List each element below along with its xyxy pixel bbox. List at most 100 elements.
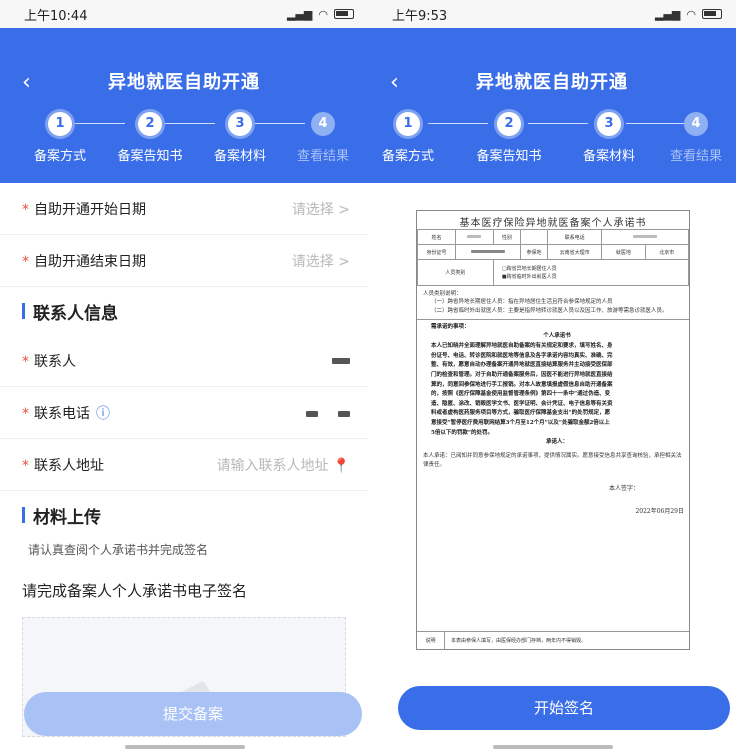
home-indicator	[493, 745, 613, 749]
pledge-text: 本人已知晓并全面理解异地就医自助备案的有关规定和要求，填写姓名、身份证号、电话、…	[431, 343, 613, 436]
page-title: 异地就医自助开通	[476, 72, 628, 93]
back-icon[interactable]: ‹	[390, 68, 399, 98]
step-number: 1	[396, 112, 420, 136]
step-label: 备案方式	[33, 149, 86, 164]
step-number: 2	[497, 112, 521, 136]
doc-sign-label: 本人签字：	[608, 485, 639, 493]
page-header: ‹ 异地就医自助开通 1 备案方式 2 备案告知书 3 备案材料 4 查看结果	[368, 28, 736, 183]
materials-tip: 请认真查阅个人承诺书并完成签名	[28, 543, 209, 557]
doc-cell: 身份证号	[417, 244, 456, 260]
info-icon[interactable]: ⓘ	[96, 406, 110, 422]
end-date-row[interactable]: * 自助开通结束日期 请选择 >	[0, 235, 368, 287]
right-screen: 上午9:53 ▂▄▆ ◠ ‹ 异地就医自助开通 1 备案方式 2 备案告知书 3…	[368, 0, 736, 755]
wifi-icon: ◠	[318, 7, 328, 21]
contact-address-input[interactable]: 请输入联系人地址	[217, 458, 329, 474]
doc-notes: 人员类别说明： （一）跨省异地长期居住人员：指在异地居住生活且符合参保地规定的人…	[417, 286, 689, 320]
location-pin-icon[interactable]: 📍	[333, 458, 350, 474]
status-time: 上午9:53	[392, 8, 448, 24]
start-date-select[interactable]: 请选择 >	[292, 199, 350, 219]
required-mark: *	[22, 253, 29, 270]
signal-icon: ▂▄▆	[287, 7, 313, 21]
note-line: （二）跨省临时外出就医人员：主要是指异地转诊就医人员以及因工作、旅游等需急诊就医…	[431, 307, 668, 314]
step-number: 4	[311, 112, 335, 136]
step-2: 2 备案告知书	[105, 112, 195, 164]
doc-cell	[601, 229, 689, 245]
type-option: ■跨省临时外出就医人员	[501, 273, 557, 280]
form-content: * 自助开通开始日期 请选择 > * 自助开通结束日期 请选择 > 联系人信息 * 联…	[0, 183, 368, 755]
step-label: 备案告知书	[476, 149, 542, 164]
contact-address-label-wrap: * 联系人地址	[22, 455, 104, 475]
step-4: 4 查看结果	[651, 112, 736, 164]
status-bar: 上午9:53 ▂▄▆ ◠	[368, 0, 736, 28]
step-4: 4 查看结果	[278, 112, 368, 164]
section-bar	[22, 507, 25, 523]
doc-info-table: 姓名 性别 联系电话 身份证号 参保地 云南省大理市 就医地 北京市 人员类别	[417, 229, 690, 286]
contact-address-row[interactable]: * 联系人地址 请输入联系人地址 📍	[0, 439, 368, 491]
doc-footer-label: 说明	[417, 632, 445, 649]
doc-cell: 联系电话	[547, 229, 603, 245]
step-label: 备案方式	[381, 149, 434, 164]
contact-name-value[interactable]	[332, 357, 350, 364]
signature-title: 请完成备案人个人承诺书电子签名	[22, 582, 248, 600]
doc-cell: 云南省大理市	[547, 244, 603, 260]
contact-phone-value[interactable]	[306, 405, 350, 421]
home-indicator	[125, 745, 245, 749]
end-date-label-wrap: * 自助开通结束日期	[22, 251, 146, 271]
masked-text	[306, 410, 318, 417]
contact-section-title: 联系人信息	[33, 303, 118, 324]
doc-pledge-body: 需承诺的事项： 个人承诺书 本人已知晓并全面理解异地就医自助备案的有关规定和要求…	[417, 320, 689, 450]
start-date-label: 自助开通开始日期	[34, 201, 146, 218]
step-number: 3	[597, 112, 621, 136]
doc-cell: 北京市	[644, 244, 690, 260]
submit-button[interactable]: 提交备案	[24, 692, 362, 736]
nav-bar: ‹ 异地就医自助开通	[0, 68, 368, 98]
contact-name-label: 联系人	[34, 353, 76, 370]
page-header: ‹ 异地就医自助开通 1 备案方式 2 备案告知书 3 备案材料 4 查看结果	[0, 28, 368, 183]
step-number: 3	[228, 112, 252, 136]
status-icons: ▂▄▆ ◠	[655, 8, 722, 21]
contact-phone-row[interactable]: * 联系电话 ⓘ	[0, 387, 368, 439]
required-mark: *	[22, 457, 29, 474]
masked-text	[338, 410, 350, 417]
doc-cell	[454, 229, 494, 245]
section-bar	[22, 303, 25, 319]
contact-name-row[interactable]: * 联系人	[0, 335, 368, 387]
notes-title: 人员类别说明：	[423, 291, 462, 297]
step-1: 1 备案方式	[368, 112, 453, 164]
nav-bar: ‹ 异地就医自助开通	[368, 68, 736, 98]
contact-phone-label-wrap: * 联系电话 ⓘ	[22, 403, 110, 423]
masked-text	[470, 250, 505, 253]
doc-cell: □跨省异地长期居住人员 ■跨省临时外出就医人员	[492, 259, 690, 286]
start-date-row[interactable]: * 自助开通开始日期 请选择 >	[0, 183, 368, 235]
start-sign-button[interactable]: 开始签名	[398, 686, 730, 730]
battery-icon	[702, 9, 722, 19]
doc-title: 基本医疗保险异地就医备案个人承诺书	[459, 218, 647, 229]
battery-icon	[334, 9, 354, 19]
doc-cell: 参保地	[519, 244, 549, 260]
doc-cell: 就医地	[601, 244, 646, 260]
status-icons: ▂▄▆ ◠	[287, 8, 354, 21]
doc-date: 2022年06月29日	[635, 508, 684, 516]
status-bar: 上午10:44 ▂▄▆ ◠	[0, 0, 368, 28]
doc-cell: 人员类别	[417, 259, 494, 286]
contact-address-input-wrap: 请输入联系人地址 📍	[217, 455, 350, 475]
masked-text	[467, 235, 482, 238]
pledge-subheading: 个人承诺书	[543, 333, 571, 340]
doc-final-pledge: 本人承诺：已阅知并同意参保地规定的承诺事项，提供情况属实。愿意接受信息共享查询核…	[423, 452, 682, 468]
step-number: 2	[138, 112, 162, 136]
stepper: 1 备案方式 2 备案告知书 3 备案材料 4 查看结果	[368, 112, 736, 172]
stepper: 1 备案方式 2 备案告知书 3 备案材料 4 查看结果	[0, 112, 368, 172]
doc-footer-text: 本表由参保人填写，由医保经办部门存档，两年内不得销毁。	[451, 638, 587, 644]
back-icon[interactable]: ‹	[22, 68, 31, 98]
step-number: 1	[48, 112, 72, 136]
left-screen: 上午10:44 ▂▄▆ ◠ ‹ 异地就医自助开通 1 备案方式 2 备案告知书 …	[0, 0, 368, 755]
doc-footer: 说明 本表由参保人填写，由医保经办部门存档，两年内不得销毁。	[417, 631, 689, 649]
step-label: 备案材料	[213, 149, 266, 164]
wifi-icon: ◠	[686, 7, 696, 21]
step-number: 4	[684, 112, 708, 136]
doc-cell	[519, 229, 549, 245]
step-2: 2 备案告知书	[464, 112, 554, 164]
pledge-document: 基本医疗保险异地就医备案个人承诺书 姓名 性别 联系电话 身份证号 参保地 云南…	[416, 210, 690, 650]
pledge-heading: 需承诺的事项：	[431, 323, 470, 330]
end-date-select[interactable]: 请选择 >	[292, 251, 350, 271]
